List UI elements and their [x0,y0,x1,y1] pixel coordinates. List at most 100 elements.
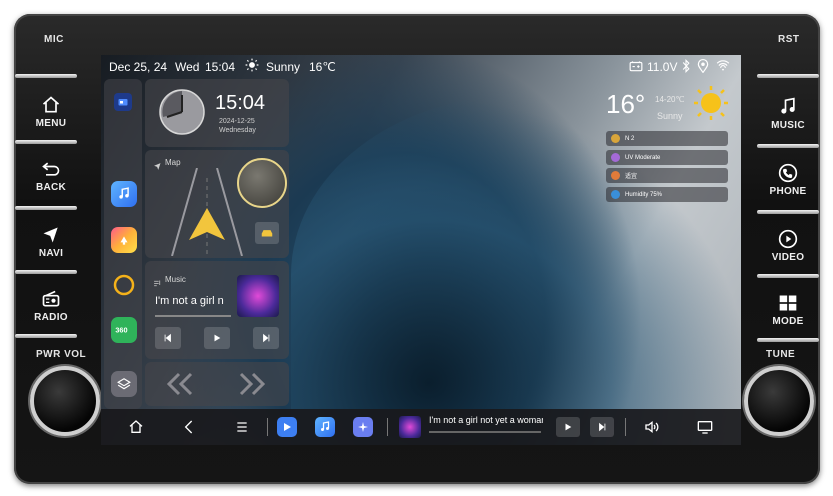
car-icon [261,230,273,237]
dock-album-art [399,416,421,438]
dock-next-button[interactable] [590,417,614,437]
page-right-button[interactable] [237,372,267,401]
home-icon [129,420,143,433]
divider [15,74,77,78]
navi-button[interactable]: NAVI [21,214,81,270]
radio-app-icon [118,99,128,106]
weather-item-text: N 2 [625,135,635,142]
radio-button[interactable]: RADIO [21,278,81,334]
screen-off-button[interactable] [695,417,715,437]
back-button[interactable] [179,417,199,437]
tune-knob[interactable] [744,366,814,436]
status-weather: Sunny [266,60,301,74]
divider [15,270,77,274]
back-button[interactable]: BACK [21,148,81,204]
app-icon-layers[interactable] [111,371,137,397]
home-button[interactable] [126,417,146,437]
back-icon [184,420,193,434]
weather-item-text: 适宜 [625,174,638,180]
page-switch-widget [145,362,289,406]
mode-button[interactable]: MODE [758,282,818,338]
divider [15,140,77,144]
uv-icon [611,153,620,162]
sparkle-icon [358,422,368,432]
mic-label: MIC [44,34,64,45]
app-icon-360-camera[interactable]: 360 [111,317,137,343]
sun-icon [694,86,728,120]
recent-apps-button[interactable] [232,417,252,437]
app-icon-music[interactable] [111,181,137,207]
music-label: MUSIC [771,120,805,131]
power-volume-knob[interactable] [30,366,100,436]
weather-item-text: UV Moderate [625,154,661,161]
weather-range: 14-20℃ [655,95,685,104]
divider [15,206,77,210]
weather-item-suitable: 适宜 [606,168,728,183]
status-voltage: 11.0V [647,60,678,74]
app-icon-voice-assistant[interactable] [111,272,137,298]
navigation-arrow-icon [171,168,243,256]
video-button[interactable]: VIDEO [758,218,818,274]
divider [757,274,819,278]
analog-clock-icon [159,89,205,135]
weather-condition: Sunny [657,111,683,121]
map-widget[interactable]: Map [145,150,289,258]
clock-widget[interactable]: 15:04 2024-12-25 Wednesday [145,79,289,147]
divider [757,74,819,78]
dock-now-playing: I'm not a girl not yet a woman [429,415,543,425]
bottom-dock: I'm not a girl not yet a woman [101,409,741,445]
car-mode-button[interactable] [255,222,279,244]
app-icon-fm[interactable] [114,93,132,111]
dock-divider [625,418,626,436]
double-chevron-left-icon [166,372,193,396]
camera-360-icon: 360 [115,326,127,335]
pwr-vol-label: PWR VOL [36,349,87,360]
previous-track-button[interactable] [155,327,181,349]
next-track-button[interactable] [253,327,279,349]
ring-icon [113,274,135,296]
status-weekday: Wed [175,60,200,74]
page-left-button[interactable] [165,372,195,401]
dock-app-assistant[interactable] [353,417,373,437]
display-screen: Dec 25, 24 Wed 15:04 Sunny 16℃ 11.0V 360… [101,55,741,445]
menu-icon [237,422,247,432]
play-button[interactable] [204,327,230,349]
speaker-icon [645,420,659,434]
music-title: Music [165,275,186,284]
dock-play-button[interactable] [556,417,580,437]
gallery-app-icon [120,236,128,245]
volume-button[interactable] [642,417,662,437]
music-note-icon [321,421,330,431]
dock-divider [387,418,388,436]
menu-button[interactable]: MENU [21,84,81,140]
music-progress-bar[interactable] [155,315,231,317]
dock-app-video[interactable] [277,417,297,437]
music-button[interactable]: MUSIC [758,86,818,142]
mode-label: MODE [772,316,804,327]
phone-label: PHONE [769,186,807,197]
clock-time: 15:04 [215,92,266,114]
music-widget[interactable]: Music I'm not a girl n [145,261,289,359]
divider [757,210,819,214]
phone-button[interactable]: PHONE [758,152,818,208]
app-icon-gallery[interactable] [111,227,137,253]
music-track: I'm not a girl n [155,295,224,307]
back-icon [42,162,60,176]
weather-item-text: Humidity 75% [625,191,663,198]
status-bar: Dec 25, 24 Wed 15:04 Sunny 16℃ 11.0V [101,55,741,79]
menu-label: MENU [35,118,67,129]
dock-app-music[interactable] [315,417,335,437]
rst-label: RST [778,34,800,45]
play-icon [565,423,572,431]
next-icon [263,333,270,343]
divider [757,338,819,342]
status-date: Dec 25, 24 [109,60,168,74]
dock-progress-bar[interactable] [429,431,541,433]
map-compass [237,158,287,208]
play-circle-icon [778,229,798,249]
layers-icon [117,378,131,390]
radio-label: RADIO [34,312,68,323]
dock-divider [267,418,268,436]
weather-item-humidity: Humidity 75% [606,187,728,202]
clock-date: 2024-12-25 [219,118,255,125]
